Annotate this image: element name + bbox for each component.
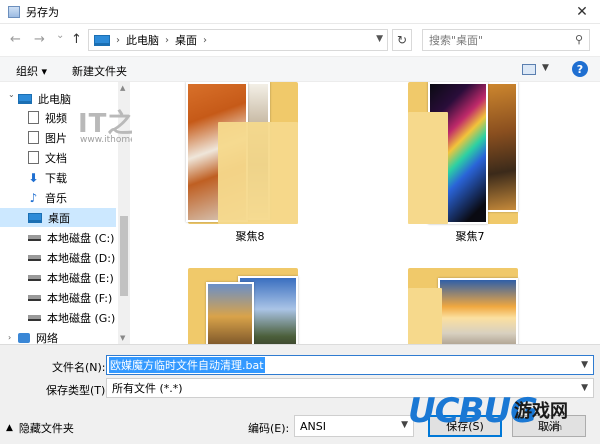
encoding-label: 编码(E): (248, 422, 290, 435)
folder-front (218, 122, 298, 224)
sidebar-item-label: 文档 (45, 151, 67, 165)
drive-icon (28, 294, 41, 301)
refresh-button[interactable]: ↻ (392, 29, 412, 51)
ucbug-name: 游戏网 (514, 401, 568, 422)
drive-icon (28, 314, 41, 321)
recent-locations-icon[interactable]: ⌄ (56, 30, 64, 41)
scroll-down-icon[interactable]: ▼ (120, 334, 125, 342)
folder-item[interactable] (188, 268, 298, 344)
download-icon: ⬇ (28, 170, 39, 185)
collapse-icon[interactable]: ⌄ (8, 90, 15, 99)
folder-thumbnail (206, 282, 254, 344)
encoding-value: ANSI (300, 419, 326, 433)
folder-item[interactable] (408, 268, 518, 344)
drive-icon (28, 254, 41, 261)
sidebar-item-downloads[interactable]: ⬇ 下载 (28, 168, 116, 187)
filetype-label: 保存类型(T): (46, 384, 110, 397)
sidebar-item-label: 下载 (45, 171, 67, 185)
computer-icon (18, 93, 32, 104)
breadcrumb-separator[interactable]: › (203, 35, 207, 46)
scroll-up-icon[interactable]: ▲ (120, 84, 125, 92)
sidebar-item-label: 本地磁盘 (F:) (47, 291, 113, 305)
sidebar-item-label: 本地磁盘 (E:) (47, 271, 114, 285)
folder-label: 聚焦8 (235, 230, 265, 243)
filename-field[interactable]: 欧媒魔方临时文件自动清理.bat ▼ (106, 355, 594, 375)
help-icon[interactable]: ? (572, 61, 588, 77)
forward-icon[interactable]: → (34, 32, 45, 47)
address-bar[interactable]: › 此电脑 › 桌面 › ▼ (88, 29, 388, 51)
breadcrumb-separator[interactable]: › (165, 35, 169, 46)
folder-thumbnail (438, 278, 518, 344)
view-options-icon[interactable] (522, 64, 536, 75)
picture-icon (28, 131, 39, 144)
filetype-value: 所有文件 (*.*) (112, 382, 183, 395)
folder-item[interactable] (408, 82, 518, 224)
chevron-up-icon: ▲ (6, 423, 13, 433)
hide-folders-label: 隐藏文件夹 (18, 422, 74, 435)
sidebar-item-documents[interactable]: 文档 (28, 148, 116, 167)
computer-icon (94, 34, 110, 46)
sidebar-item-label: 本地磁盘 (C:) (47, 231, 115, 245)
sidebar-item-label: 此电脑 (38, 92, 71, 106)
drive-icon (28, 274, 41, 281)
sidebar-item-drive-c[interactable]: 本地磁盘 (C:) (28, 228, 116, 247)
folder-label: 聚焦7 (455, 230, 485, 243)
music-icon: ♪ (29, 190, 38, 205)
organize-button[interactable]: 组织 ▾ (16, 63, 47, 79)
scrollbar-thumb[interactable] (120, 216, 128, 296)
sidebar-item-label: 本地磁盘 (G:) (47, 311, 116, 325)
sidebar-item-drive-f[interactable]: 本地磁盘 (F:) (28, 288, 116, 307)
file-list: 聚焦8 聚焦7 (132, 82, 600, 344)
folder-front (408, 112, 448, 224)
sidebar-item-network[interactable]: 网络 (18, 328, 116, 344)
document-icon (28, 151, 39, 164)
breadcrumb-separator[interactable]: › (116, 35, 120, 46)
close-icon[interactable]: ✕ (564, 0, 600, 24)
chevron-down-icon[interactable]: ▼ (401, 420, 408, 430)
toolbar: 组织 ▾ 新建文件夹 ▼ ? (0, 56, 600, 82)
title-bar: 另存为 ✕ (0, 0, 600, 24)
window-title: 另存为 (26, 5, 59, 19)
sidebar-item-label: 图片 (45, 131, 67, 145)
expand-icon[interactable]: › (8, 333, 11, 342)
search-icon: ⚲ (574, 33, 583, 46)
ucbug-domain: .com (540, 423, 563, 433)
sidebar-item-label: 音乐 (45, 191, 67, 205)
new-folder-button[interactable]: 新建文件夹 (72, 63, 127, 79)
ucbug-watermark: UCBUG 游戏网 .com (408, 385, 600, 444)
chevron-down-icon[interactable]: ▼ (376, 34, 383, 44)
sidebar-item-label: 桌面 (48, 211, 70, 225)
drive-icon (28, 234, 41, 241)
sidebar-item-label: 本地磁盘 (D:) (47, 251, 116, 265)
chevron-down-icon[interactable]: ▼ (542, 63, 549, 73)
search-input[interactable]: 搜索"桌面" ⚲ (422, 29, 590, 51)
sidebar-item-drive-d[interactable]: 本地磁盘 (D:) (28, 248, 116, 267)
filename-label: 文件名(N): (52, 361, 106, 374)
sidebar-item-drive-e[interactable]: 本地磁盘 (E:) (28, 268, 116, 287)
filename-value: 欧媒魔方临时文件自动清理.bat (109, 357, 265, 373)
sidebar-item-label: 网络 (36, 331, 58, 345)
network-icon (18, 332, 30, 343)
up-icon[interactable]: ↑ (71, 32, 82, 47)
breadcrumb-this-pc[interactable]: 此电脑 (126, 32, 159, 48)
folder-front (408, 288, 442, 344)
save-dialog-icon (8, 5, 20, 18)
back-icon[interactable]: ← (10, 32, 21, 47)
folder-item[interactable] (186, 82, 298, 224)
search-placeholder: 搜索"桌面" (429, 34, 484, 47)
sidebar-item-music[interactable]: ♪ 音乐 (28, 188, 116, 207)
sidebar-item-label: 视频 (45, 111, 67, 125)
navigation-bar: ← → ⌄ ↑ › 此电脑 › 桌面 › ▼ ↻ 搜索"桌面" ⚲ (0, 24, 600, 56)
breadcrumb-desktop[interactable]: 桌面 (175, 32, 197, 48)
hide-folders-toggle[interactable]: ▲ 隐藏文件夹 (6, 420, 74, 436)
chevron-down-icon[interactable]: ▼ (581, 360, 588, 370)
encoding-select[interactable]: ANSI ▼ (294, 415, 414, 437)
desktop-icon (28, 212, 42, 223)
sidebar-item-drive-g[interactable]: 本地磁盘 (G:) (28, 308, 116, 327)
sidebar-item-desktop[interactable]: 桌面 (0, 208, 116, 227)
refresh-icon: ↻ (396, 33, 408, 47)
video-icon (28, 111, 39, 124)
